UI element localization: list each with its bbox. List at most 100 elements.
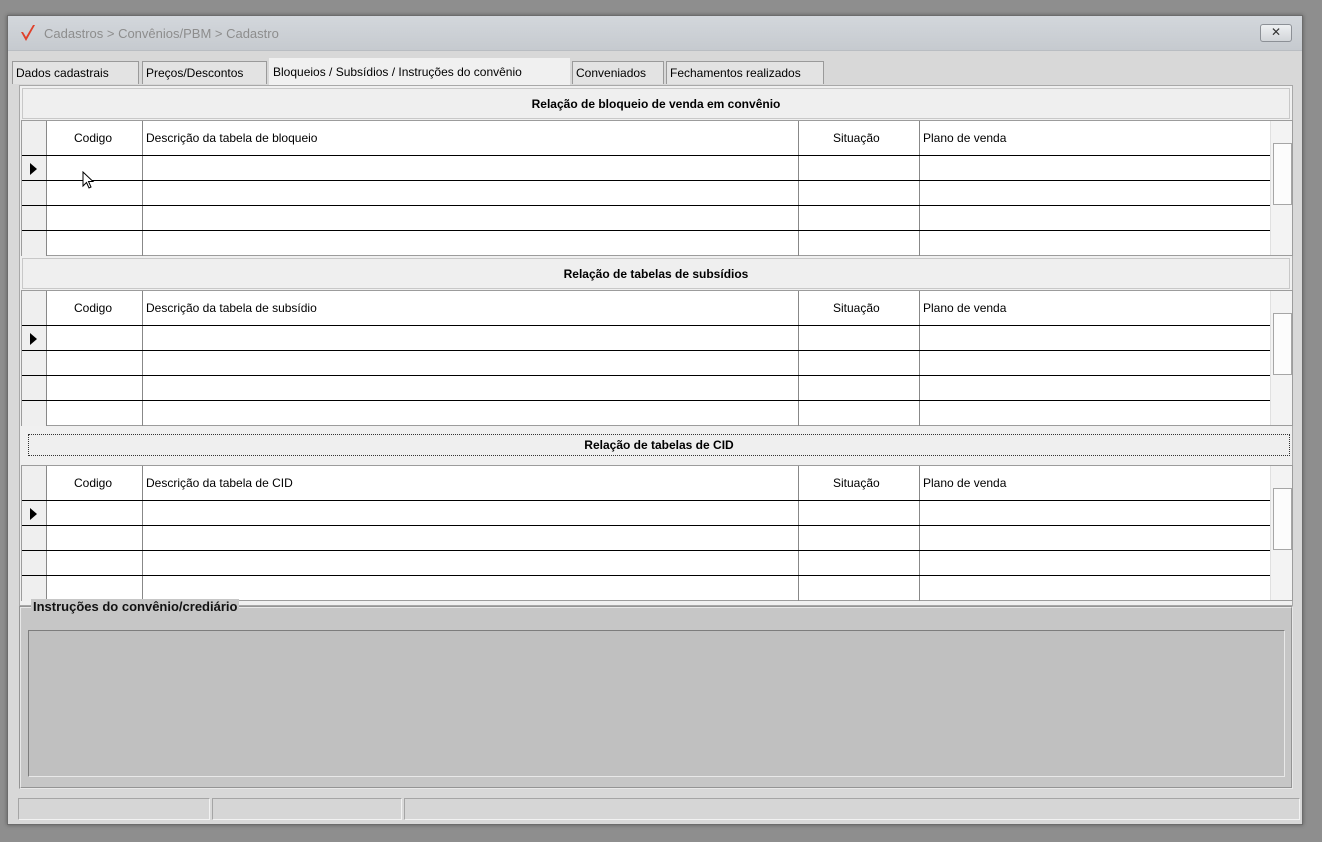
col-plano-venda[interactable]: Plano de venda — [920, 466, 1270, 500]
col-plano-venda[interactable]: Plano de venda — [920, 291, 1270, 325]
tab-bloqueios-subsidios[interactable]: Bloqueios / Subsídios / Instruções do co… — [269, 58, 570, 85]
cadastro-window: Cadastros > Convênios/PBM > Cadastro ✕ D… — [7, 15, 1303, 825]
table-row[interactable] — [22, 231, 1270, 256]
grid-cid[interactable]: Codigo Descrição da tabela de CID Situaç… — [21, 465, 1293, 601]
col-situacao[interactable]: Situação — [799, 121, 920, 155]
table-row[interactable] — [22, 551, 1270, 576]
cell-situacao[interactable] — [799, 156, 920, 180]
section-header-subsidios[interactable]: Relação de tabelas de subsídios — [22, 258, 1290, 289]
cell-descricao[interactable] — [143, 526, 799, 550]
cell-plano-venda[interactable] — [920, 231, 1270, 256]
cell-plano-venda[interactable] — [920, 501, 1270, 525]
cell-descricao[interactable] — [143, 326, 799, 350]
table-row[interactable] — [22, 326, 1270, 351]
checkmark-logo-icon — [21, 25, 35, 41]
vertical-scrollbar[interactable] — [1270, 466, 1292, 600]
cell-descricao[interactable] — [143, 156, 799, 180]
col-codigo[interactable]: Codigo — [47, 121, 143, 155]
cell-plano-venda[interactable] — [920, 351, 1270, 375]
vertical-scrollbar[interactable] — [1270, 121, 1292, 255]
row-indicator — [22, 526, 47, 550]
cell-codigo[interactable] — [47, 351, 143, 375]
cell-descricao[interactable] — [143, 206, 799, 230]
cell-codigo[interactable] — [47, 501, 143, 525]
cell-plano-venda[interactable] — [920, 376, 1270, 400]
grid-bloqueio[interactable]: Codigo Descrição da tabela de bloqueio S… — [21, 120, 1293, 256]
table-row[interactable] — [22, 376, 1270, 401]
table-row[interactable] — [22, 401, 1270, 426]
cell-situacao[interactable] — [799, 376, 920, 400]
col-codigo[interactable]: Codigo — [47, 291, 143, 325]
scrollbar-thumb[interactable] — [1273, 488, 1292, 550]
col-situacao[interactable]: Situação — [799, 466, 920, 500]
section-header-bloqueio[interactable]: Relação de bloqueio de venda em convênio — [22, 88, 1290, 119]
table-row[interactable] — [22, 526, 1270, 551]
cell-descricao[interactable] — [143, 576, 799, 601]
cell-situacao[interactable] — [799, 401, 920, 426]
col-descricao[interactable]: Descrição da tabela de subsídio — [143, 291, 799, 325]
cell-codigo[interactable] — [47, 326, 143, 350]
cell-situacao[interactable] — [799, 206, 920, 230]
close-button[interactable]: ✕ — [1260, 24, 1292, 42]
mouse-pointer-icon — [82, 171, 95, 189]
col-label: Codigo — [74, 476, 113, 490]
col-plano-venda[interactable]: Plano de venda — [920, 121, 1270, 155]
section-header-cid[interactable]: Relação de tabelas de CID — [28, 434, 1290, 456]
table-row[interactable] — [22, 501, 1270, 526]
cell-plano-venda[interactable] — [920, 576, 1270, 601]
cell-codigo[interactable] — [47, 526, 143, 550]
cell-situacao[interactable] — [799, 576, 920, 601]
col-descricao[interactable]: Descrição da tabela de bloqueio — [143, 121, 799, 155]
tab-conveniados[interactable]: Conveniados — [572, 61, 664, 84]
tab-fechamentos-realizados[interactable]: Fechamentos realizados — [666, 61, 824, 84]
scrollbar-thumb[interactable] — [1273, 143, 1292, 205]
cell-situacao[interactable] — [799, 351, 920, 375]
cell-situacao[interactable] — [799, 231, 920, 256]
cell-situacao[interactable] — [799, 501, 920, 525]
col-label: Plano de venda — [923, 131, 1007, 145]
cell-situacao[interactable] — [799, 551, 920, 575]
cell-plano-venda[interactable] — [920, 156, 1270, 180]
cell-plano-venda[interactable] — [920, 551, 1270, 575]
table-row[interactable] — [22, 576, 1270, 601]
cell-descricao[interactable] — [143, 401, 799, 426]
col-situacao[interactable]: Situação — [799, 291, 920, 325]
table-row[interactable] — [22, 351, 1270, 376]
instructions-textarea[interactable] — [28, 630, 1285, 777]
tab-precos-descontos[interactable]: Preços/Descontos — [142, 61, 267, 84]
cell-codigo[interactable] — [47, 376, 143, 400]
cell-descricao[interactable] — [143, 551, 799, 575]
table-row[interactable] — [22, 181, 1270, 206]
vertical-scrollbar[interactable] — [1270, 291, 1292, 425]
cell-plano-venda[interactable] — [920, 326, 1270, 350]
cell-plano-venda[interactable] — [920, 206, 1270, 230]
col-descricao[interactable]: Descrição da tabela de CID — [143, 466, 799, 500]
cell-codigo[interactable] — [47, 551, 143, 575]
cell-codigo[interactable] — [47, 576, 143, 601]
cell-plano-venda[interactable] — [920, 181, 1270, 205]
grid-subsidios[interactable]: Codigo Descrição da tabela de subsídio S… — [21, 290, 1293, 426]
header-indicator — [22, 466, 47, 500]
cell-situacao[interactable] — [799, 326, 920, 350]
status-panel-2 — [212, 798, 402, 820]
cell-plano-venda[interactable] — [920, 401, 1270, 426]
window-title: Cadastros > Convênios/PBM > Cadastro — [44, 26, 279, 41]
cell-situacao[interactable] — [799, 181, 920, 205]
title-bar[interactable]: Cadastros > Convênios/PBM > Cadastro ✕ — [8, 16, 1302, 51]
cell-codigo[interactable] — [47, 401, 143, 426]
tab-dados-cadastrais[interactable]: Dados cadastrais — [12, 61, 139, 84]
col-codigo[interactable]: Codigo — [47, 466, 143, 500]
scrollbar-thumb[interactable] — [1273, 313, 1292, 375]
cell-descricao[interactable] — [143, 501, 799, 525]
table-row[interactable] — [22, 156, 1270, 181]
cell-descricao[interactable] — [143, 231, 799, 256]
cell-descricao[interactable] — [143, 351, 799, 375]
cell-codigo[interactable] — [47, 206, 143, 230]
col-label: Descrição da tabela de CID — [146, 476, 293, 490]
cell-descricao[interactable] — [143, 181, 799, 205]
cell-situacao[interactable] — [799, 526, 920, 550]
cell-codigo[interactable] — [47, 231, 143, 256]
table-row[interactable] — [22, 206, 1270, 231]
cell-plano-venda[interactable] — [920, 526, 1270, 550]
cell-descricao[interactable] — [143, 376, 799, 400]
